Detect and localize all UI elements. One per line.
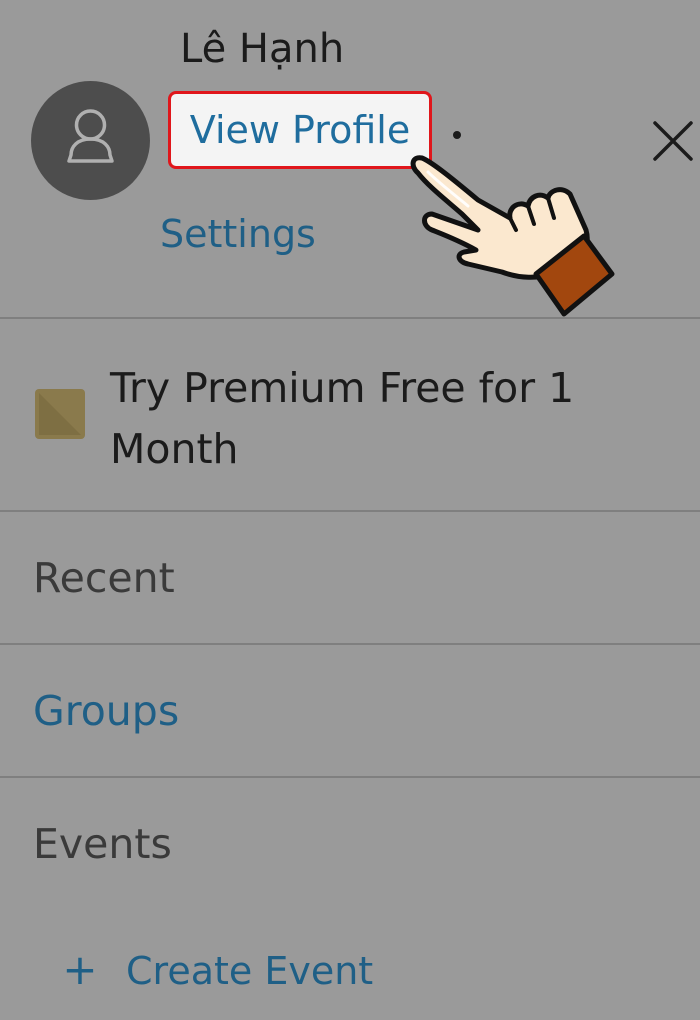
user-name: Lê Hạnh: [180, 26, 345, 72]
pointing-hand-icon: [410, 155, 615, 317]
view-profile-button[interactable]: View Profile: [168, 91, 432, 169]
divider: [0, 643, 700, 645]
profile-header: Lê Hạnh View Profile Settings: [0, 0, 700, 318]
close-icon: [653, 121, 693, 161]
create-event-button[interactable]: + Create Event: [62, 945, 373, 994]
premium-badge-icon: [35, 389, 85, 439]
close-button[interactable]: [648, 116, 698, 166]
divider: [0, 317, 700, 319]
divider: [0, 776, 700, 778]
menu-item-recent[interactable]: Recent: [33, 554, 175, 602]
try-premium-link[interactable]: Try Premium Free for 1 Month: [110, 358, 680, 480]
menu-item-events[interactable]: Events: [33, 820, 172, 868]
person-icon: [67, 109, 114, 163]
plus-icon: +: [62, 945, 98, 994]
create-event-label: Create Event: [126, 949, 374, 993]
navigation-drawer: Lê Hạnh View Profile Settings Try Premiu…: [0, 0, 700, 1020]
menu-item-groups[interactable]: Groups: [33, 687, 179, 735]
divider: [0, 510, 700, 512]
avatar[interactable]: [31, 81, 150, 200]
separator-dot: [453, 131, 461, 139]
settings-link[interactable]: Settings: [160, 212, 316, 256]
